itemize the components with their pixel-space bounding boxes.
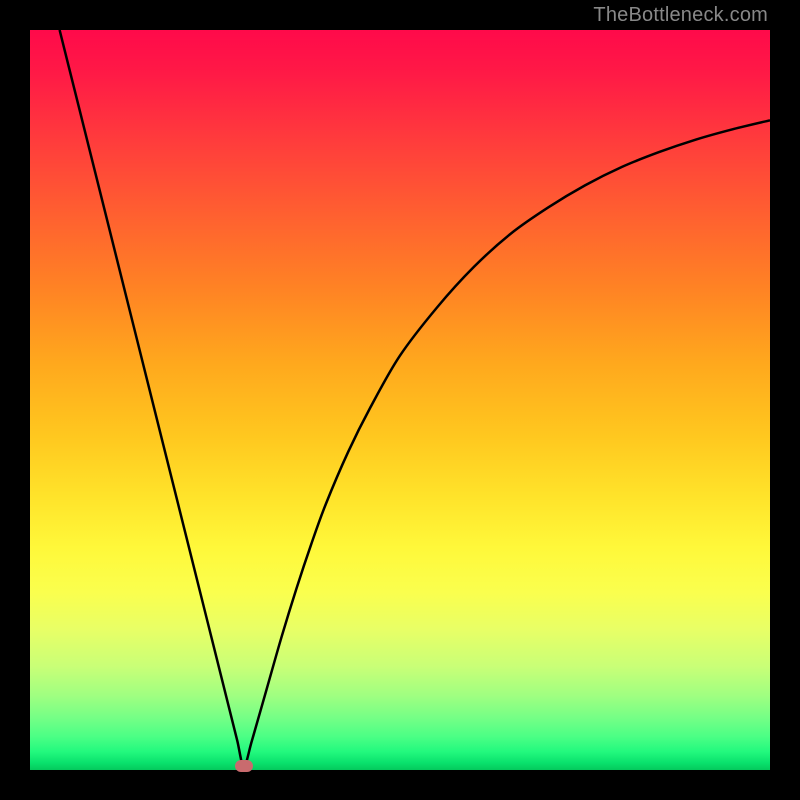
attribution-text: TheBottleneck.com (593, 4, 768, 27)
plot-area (30, 30, 770, 770)
minimum-marker (235, 760, 253, 772)
curve-line (60, 30, 770, 766)
chart-container: TheBottleneck.com (0, 0, 800, 800)
bottleneck-curve (30, 30, 770, 770)
